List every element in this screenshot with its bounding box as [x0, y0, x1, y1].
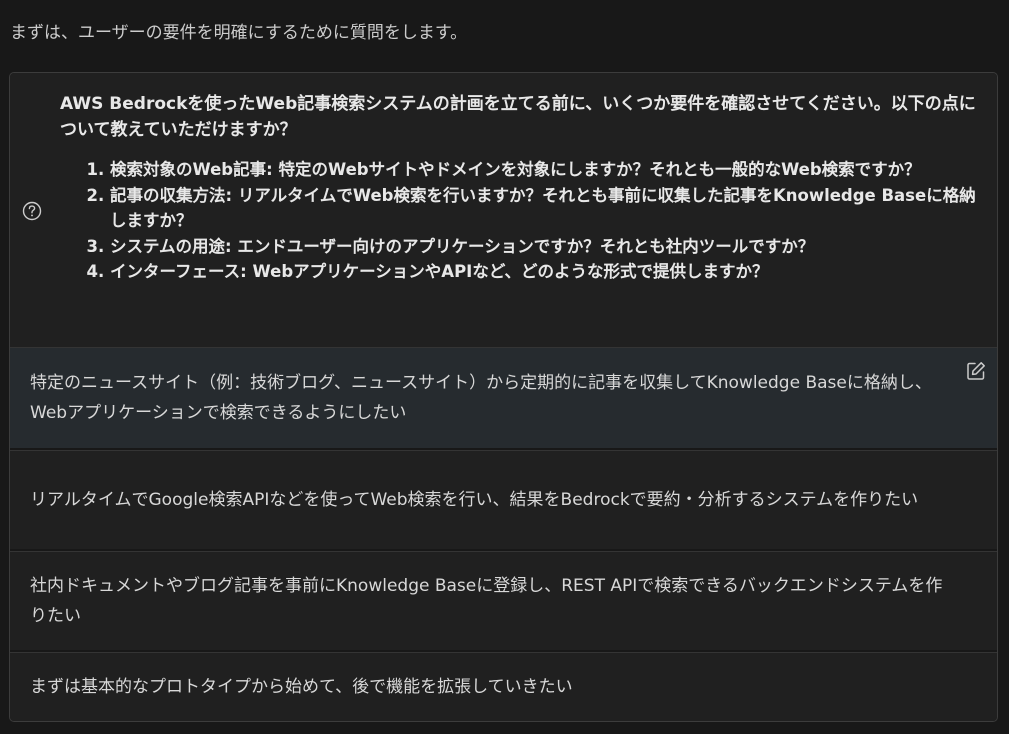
question-item: 記事の収集方法: リアルタイムでWeb検索を行いますか？それとも事前に収集した記…: [110, 183, 990, 234]
answer-option-1[interactable]: 特定のニュースサイト（例：技術ブログ、ニュースサイト）から定期的に記事を収集して…: [10, 347, 997, 448]
answer-option-3[interactable]: 社内ドキュメントやブログ記事を事前にKnowledge Baseに登録し、RES…: [10, 551, 997, 650]
edit-icon[interactable]: [965, 360, 987, 382]
question-item: システムの用途: エンドユーザー向けのアプリケーションですか？それとも社内ツール…: [110, 234, 990, 260]
question-text: AWS Bedrockを使ったWeb記事検索システムの計画を立てる前に、いくつか…: [60, 91, 990, 285]
question-list: 検索対象のWeb記事: 特定のWebサイトやドメインを対象にしますか？それとも一…: [60, 157, 990, 285]
answer-option-label: 特定のニュースサイト（例：技術ブログ、ニュースサイト）から定期的に記事を収集して…: [30, 373, 932, 423]
question-item: インターフェース: WebアプリケーションやAPIなど、どのような形式で提供しま…: [110, 259, 990, 285]
answer-option-label: まずは基本的なプロトタイプから始めて、後で機能を拡張していきたい: [30, 677, 573, 697]
question-card: AWS Bedrockを使ったWeb記事検索システムの計画を立てる前に、いくつか…: [9, 72, 998, 722]
question-circle-icon: [22, 201, 42, 221]
question-lead: AWS Bedrockを使ったWeb記事検索システムの計画を立てる前に、いくつか…: [60, 94, 976, 140]
answer-option-label: リアルタイムでGoogle検索APIなどを使ってWeb検索を行い、結果をBedr…: [30, 490, 919, 510]
answer-option-2[interactable]: リアルタイムでGoogle検索APIなどを使ってWeb検索を行い、結果をBedr…: [10, 450, 997, 549]
intro-message: まずは、ユーザーの要件を明確にするために質問をします。: [10, 23, 468, 43]
answer-option-4[interactable]: まずは基本的なプロトタイプから始めて、後で機能を拡張していきたい: [10, 652, 997, 721]
answer-option-label: 社内ドキュメントやブログ記事を事前にKnowledge Baseに登録し、RES…: [30, 576, 943, 626]
question-item: 検索対象のWeb記事: 特定のWebサイトやドメインを対象にしますか？それとも一…: [110, 157, 990, 183]
question-block: AWS Bedrockを使ったWeb記事検索システムの計画を立てる前に、いくつか…: [10, 73, 997, 348]
